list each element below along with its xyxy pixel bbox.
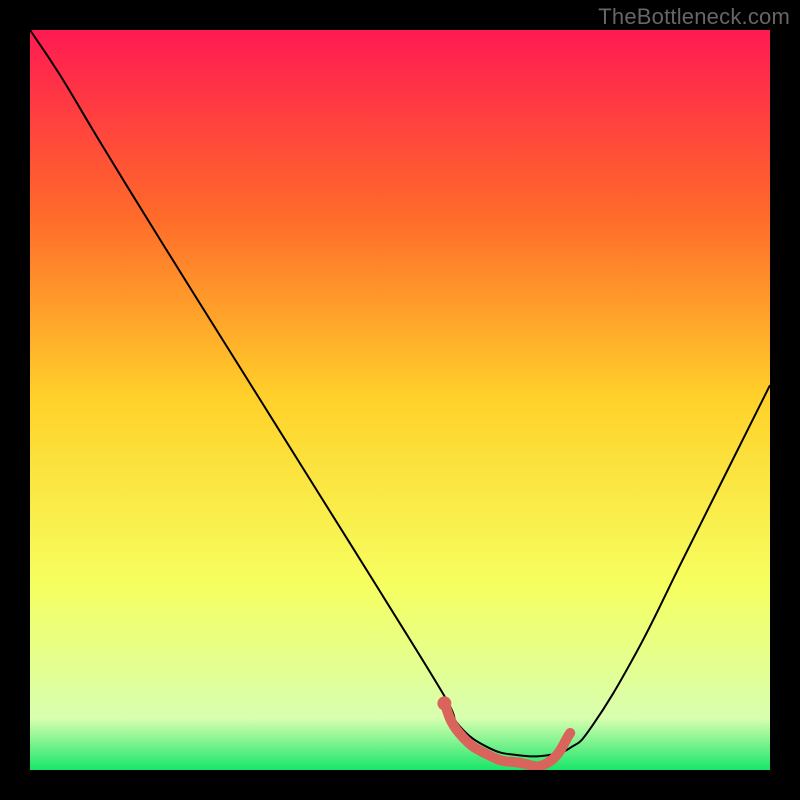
- gradient-background: [30, 30, 770, 770]
- optimal-range-dot: [437, 696, 451, 710]
- watermark-text: TheBottleneck.com: [598, 4, 790, 30]
- chart-frame: TheBottleneck.com: [0, 0, 800, 800]
- chart-plot-area: [30, 30, 770, 770]
- chart-svg: [30, 30, 770, 770]
